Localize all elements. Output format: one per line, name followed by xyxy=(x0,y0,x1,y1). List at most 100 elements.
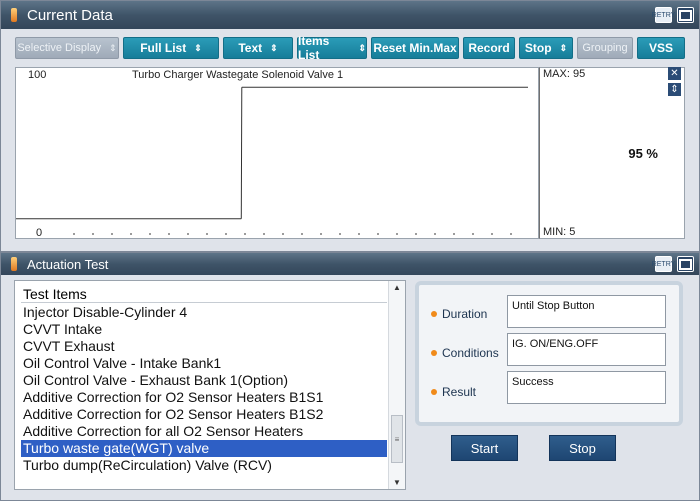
current-data-toolbar: Selective Display ⇕ Full List ⇕ Text ⇕ Item… xyxy=(15,34,685,62)
text-label: Text xyxy=(238,41,263,55)
list-scrollbar[interactable]: ▲ ≡ ▼ xyxy=(388,281,405,489)
min-label: MIN: 5 xyxy=(543,226,576,238)
test-info-box: Duration Until Stop Button Conditions IG… xyxy=(415,281,683,426)
current-data-titlebar: Current Data RETRY xyxy=(1,1,699,29)
graph-side-panel: MAX: 95 95 % MIN: 5 xyxy=(539,67,685,239)
test-items-list: Test Items Injector Disable-Cylinder 4 CV… xyxy=(14,280,406,490)
x-axis-dot xyxy=(472,233,474,235)
x-axis-dot xyxy=(510,233,512,235)
series-segment xyxy=(240,87,243,219)
updown-chevron-icon: ⇕ xyxy=(194,42,202,53)
list-item[interactable]: CVVT Exhaust xyxy=(21,338,387,355)
grouping-label: Grouping xyxy=(582,42,628,54)
x-axis-dot xyxy=(149,233,151,235)
full-list-button[interactable]: Full List ⇕ xyxy=(123,37,219,59)
x-axis-dot xyxy=(282,233,284,235)
series-line xyxy=(16,86,528,220)
list-item[interactable]: Injector Disable-Cylinder 4 xyxy=(21,304,387,321)
move-updown-icon[interactable]: ⇕ xyxy=(668,83,681,96)
list-item[interactable]: Turbo waste gate(WGT) valve xyxy=(21,440,387,457)
current-value: 95 % xyxy=(628,146,658,161)
bullet-icon xyxy=(431,350,437,356)
maximize-icon[interactable] xyxy=(677,256,694,272)
x-axis-dot xyxy=(320,233,322,235)
x-axis-dot xyxy=(130,233,132,235)
x-axis-dot xyxy=(339,233,341,235)
result-label: Result xyxy=(442,385,477,399)
list-header: Test Items xyxy=(21,285,387,303)
items-list-label: Items List xyxy=(298,34,330,62)
current-data-title: Current Data xyxy=(27,6,113,24)
x-axis-dot xyxy=(396,233,398,235)
result-value: Success xyxy=(507,371,666,404)
x-axis-dot xyxy=(111,233,113,235)
list-item[interactable]: Oil Control Valve - Exhaust Bank 1(Optio… xyxy=(21,372,387,389)
grouping-button[interactable]: Grouping xyxy=(577,37,633,59)
vss-label: VSS xyxy=(648,41,673,55)
retry-icon[interactable]: RETRY xyxy=(652,7,675,23)
max-label: MAX: 95 xyxy=(543,68,586,80)
list-item[interactable]: Additive Correction for O2 Sensor Heater… xyxy=(21,406,387,423)
duration-label-wrap: Duration xyxy=(431,307,487,321)
panel-marker-icon xyxy=(11,257,17,271)
stop-toolbar-button[interactable]: Stop ⇕ xyxy=(519,37,573,59)
maximize-icon[interactable] xyxy=(677,7,694,23)
list-item[interactable]: Additive Correction for all O2 Sensor He… xyxy=(21,423,387,440)
selective-display-label: Selective Display xyxy=(17,42,102,54)
x-axis-dot xyxy=(491,233,493,235)
updown-chevron-icon: ⇕ xyxy=(358,42,366,53)
full-list-label: Full List xyxy=(140,41,187,55)
conditions-label: Conditions xyxy=(442,346,499,360)
updown-chevron-icon: ⇕ xyxy=(270,42,278,53)
bullet-icon xyxy=(431,311,437,317)
x-axis-dot xyxy=(415,233,417,235)
items-list-button[interactable]: Items List ⇕ xyxy=(297,34,367,62)
series-title: Turbo Charger Wastegate Solenoid Valve 1 xyxy=(132,69,343,81)
x-axis-dot xyxy=(73,233,75,235)
y-max-tick-label: 100 xyxy=(28,69,46,81)
record-button[interactable]: Record xyxy=(463,37,515,59)
record-label: Record xyxy=(468,41,510,55)
x-axis-dot xyxy=(377,233,379,235)
actuation-titlebar: Actuation Test RETRY xyxy=(1,253,699,275)
reset-minmax-button[interactable]: Reset Min.Max xyxy=(371,37,459,59)
duration-value: Until Stop Button xyxy=(507,295,666,328)
scroll-up-icon[interactable]: ▲ xyxy=(393,283,401,292)
panel-marker-icon xyxy=(11,8,17,22)
list-item[interactable]: Turbo dump(ReCirculation) Valve (RCV) xyxy=(21,457,387,474)
reset-minmax-label: Reset Min.Max xyxy=(373,41,457,55)
stop-button[interactable]: Stop xyxy=(549,435,616,461)
x-axis-dot xyxy=(263,233,265,235)
list-item[interactable]: Oil Control Valve - Intake Bank1 xyxy=(21,355,387,372)
updown-chevron-icon: ⇕ xyxy=(109,42,117,53)
scroll-down-icon[interactable]: ▼ xyxy=(393,478,401,487)
x-axis-dot xyxy=(358,233,360,235)
data-graph: 100 Turbo Charger Wastegate Solenoid Val… xyxy=(15,67,539,239)
start-button[interactable]: Start xyxy=(451,435,518,461)
selective-display-button[interactable]: Selective Display ⇕ xyxy=(15,37,119,59)
x-axis-dot xyxy=(168,233,170,235)
conditions-value: IG. ON/ENG.OFF xyxy=(507,333,666,366)
actuation-title: Actuation Test xyxy=(27,256,109,272)
x-axis-dot xyxy=(206,233,208,235)
vss-button[interactable]: VSS xyxy=(637,37,685,59)
x-axis-dot xyxy=(301,233,303,235)
result-label-wrap: Result xyxy=(431,385,476,399)
retry-icon[interactable]: RETRY xyxy=(652,256,675,272)
x-axis-dot xyxy=(244,233,246,235)
stop-toolbar-label: Stop xyxy=(524,41,552,55)
close-icon[interactable]: ✕ xyxy=(668,67,681,80)
graph-canvas: 100 Turbo Charger Wastegate Solenoid Val… xyxy=(16,69,528,238)
current-data-panel: Current Data RETRY Selective Display ⇕ Fu… xyxy=(0,0,700,252)
bullet-icon xyxy=(431,389,437,395)
text-button[interactable]: Text ⇕ xyxy=(223,37,293,59)
x-axis-dot xyxy=(453,233,455,235)
scroll-thumb[interactable]: ≡ xyxy=(391,415,403,463)
x-axis-dot xyxy=(187,233,189,235)
y-min-tick-label: 0 xyxy=(36,227,42,238)
list-item[interactable]: Additive Correction for O2 Sensor Heater… xyxy=(21,389,387,406)
conditions-label-wrap: Conditions xyxy=(431,346,499,360)
list-item[interactable]: CVVT Intake xyxy=(21,321,387,338)
x-axis-dot xyxy=(434,233,436,235)
x-axis-dot xyxy=(92,233,94,235)
